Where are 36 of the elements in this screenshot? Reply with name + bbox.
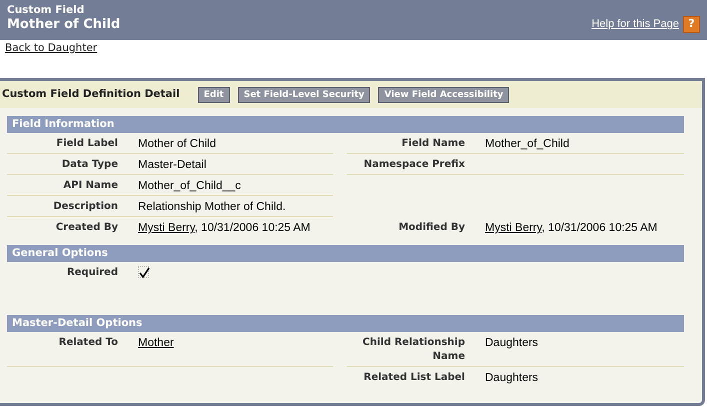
detail-title: Custom Field Definition Detail [2,86,180,102]
field-label: Field Name [402,138,465,149]
section-header: Master-Detail Options [7,315,684,332]
user-link[interactable]: Mysti Berry [485,222,542,234]
section-header: Field Information [7,116,684,133]
action-button[interactable]: View Field Accessibility [378,86,510,102]
field-label: Field Label [56,138,118,149]
field-label: Modified By [398,222,465,233]
help-icon[interactable]: ? [683,16,700,33]
section-header: General Options [7,245,684,262]
back-link[interactable]: Back to Daughter [5,41,98,55]
field-label: API Name [63,180,118,191]
field-value: Mother_of_Child [485,138,570,150]
field-label: Description [53,201,118,212]
field-label: Related List Label [364,372,465,383]
field-value: Daughters [485,372,538,384]
field-value: Mother of Child [138,138,216,150]
field-value: Daughters [485,337,538,349]
action-button[interactable]: Set Field-Level Security [238,86,370,102]
field-value: Relationship Mother of Child. [138,201,286,213]
field-label: Data Type [62,159,118,170]
action-button[interactable]: Edit [198,86,230,102]
field-label: Created By [56,222,118,233]
field-value: , 10/31/2006 10:25 AM [542,222,658,234]
field-value: , 10/31/2006 10:25 AM [194,222,310,234]
page-type: Custom Field [7,4,86,17]
field-label: Child Relationship Name [362,337,465,362]
record-link[interactable]: Mother [138,337,174,349]
field-value: Master-Detail [138,159,206,171]
field-label: Related To [58,337,118,348]
field-label: Required [66,267,118,278]
help-link[interactable]: Help for this Page [592,16,679,33]
page-title: Mother of Child [7,17,120,33]
field-value: Mother_of_Child__c [138,180,241,192]
user-link[interactable]: Mysti Berry [138,222,195,234]
field-label: Namespace Prefix [364,159,465,170]
